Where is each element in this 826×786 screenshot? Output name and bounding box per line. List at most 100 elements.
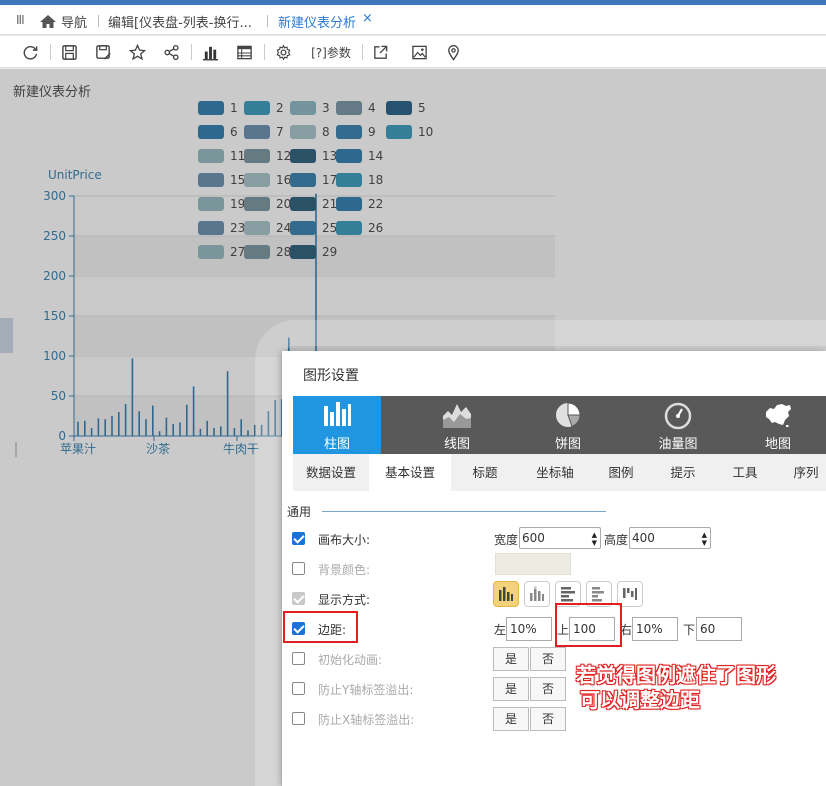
init-animation-checkbox[interactable]: [292, 652, 305, 665]
settings-button[interactable]: [275, 42, 292, 62]
legend-item[interactable]: 4: [336, 101, 376, 115]
tab-new-analysis[interactable]: 新建仪表分析: [278, 12, 356, 31]
legend-item[interactable]: 22: [336, 197, 383, 211]
legend-item[interactable]: 20: [244, 197, 291, 211]
height-value: 400: [632, 531, 655, 545]
favorite-button[interactable]: [129, 42, 146, 62]
legend-item[interactable]: 7: [244, 125, 284, 139]
subtab-tooltip[interactable]: 提示: [661, 454, 705, 491]
close-icon[interactable]: ×: [362, 11, 373, 26]
margin-bottom-input[interactable]: 60: [696, 617, 742, 641]
legend-item[interactable]: 26: [336, 221, 383, 235]
params-button[interactable]: [?]参数: [308, 42, 354, 62]
canvas-size-checkbox[interactable]: [292, 532, 305, 545]
init-animation-no-button[interactable]: 否: [530, 647, 566, 671]
legend-item[interactable]: 1: [198, 101, 238, 115]
legend-item[interactable]: 21: [290, 197, 337, 211]
location-button[interactable]: [445, 42, 462, 62]
bg-color-picker[interactable]: [495, 553, 571, 575]
legend-item[interactable]: 28: [244, 245, 291, 259]
subtab-basic[interactable]: 基本设置: [369, 454, 451, 491]
legend-swatch: [290, 173, 316, 187]
legend-item[interactable]: 29: [290, 245, 337, 259]
menu-icon[interactable]: III: [16, 13, 25, 27]
legend-swatch: [290, 221, 316, 235]
home-icon: [40, 15, 56, 28]
legend-item[interactable]: 8: [290, 125, 330, 139]
legend-item[interactable]: 6: [198, 125, 238, 139]
legend-item[interactable]: 9: [336, 125, 376, 139]
bg-color-checkbox[interactable]: [292, 562, 305, 575]
margin-right-input[interactable]: 10%: [632, 617, 678, 641]
prevent-y-no-button[interactable]: 否: [530, 677, 566, 701]
legend-item[interactable]: 15: [198, 173, 245, 187]
legend-item[interactable]: 27: [198, 245, 245, 259]
legend-item[interactable]: 12: [244, 149, 291, 163]
subtab-title[interactable]: 标题: [463, 454, 507, 491]
chart-button[interactable]: [202, 42, 219, 62]
legend-item[interactable]: 13: [290, 149, 337, 163]
share-button[interactable]: [163, 42, 180, 62]
chart-type-pie-tab[interactable]: 饼图: [524, 396, 612, 454]
legend-item[interactable]: 14: [336, 149, 383, 163]
subtab-tools[interactable]: 工具: [723, 454, 767, 491]
bar-chart-type-icon: [324, 402, 351, 426]
init-animation-yes-button[interactable]: 是: [493, 647, 529, 671]
refresh-button[interactable]: [22, 42, 39, 62]
tab-bar: III 导航 编辑[仪表盘-列表-换行... 新建仪表分析 ×: [0, 5, 826, 35]
chart-type-map-tab[interactable]: 地图: [734, 396, 822, 454]
margin-left-input[interactable]: 10%: [506, 617, 552, 641]
table-button[interactable]: [236, 42, 253, 62]
horizontal-stacked-icon: [592, 587, 604, 602]
mode-vertical-bar[interactable]: [493, 581, 519, 607]
display-mode-checkbox[interactable]: [292, 592, 305, 605]
legend-item[interactable]: 3: [290, 101, 330, 115]
subtab-series[interactable]: 序列: [784, 454, 826, 491]
height-stepper[interactable]: 400 ▲ ▼: [629, 527, 711, 549]
tab-home[interactable]: 导航: [40, 12, 87, 31]
subtab-axis[interactable]: 坐标轴: [527, 454, 583, 491]
stepper-down-icon[interactable]: ▼: [592, 539, 597, 547]
legend-item[interactable]: 24: [244, 221, 291, 235]
save-as-button[interactable]: [95, 42, 112, 62]
export-button[interactable]: [372, 42, 389, 62]
image-button[interactable]: [411, 42, 428, 62]
legend-item[interactable]: 5: [386, 101, 426, 115]
prevent-y-yes-button[interactable]: 是: [493, 677, 529, 701]
stepper-up-icon[interactable]: ▲: [592, 531, 597, 539]
legend-item[interactable]: 19: [198, 197, 245, 211]
legend-item[interactable]: 11: [198, 149, 245, 163]
stepper-up-icon[interactable]: ▲: [702, 531, 707, 539]
legend-item[interactable]: 2: [244, 101, 284, 115]
highlight-margin-checkbox: [283, 611, 358, 643]
chart-type-bar-tab[interactable]: 柱图: [293, 396, 381, 454]
legend-item[interactable]: 18: [336, 173, 383, 187]
legend-item[interactable]: 17: [290, 173, 337, 187]
prevent-x-checkbox[interactable]: [292, 712, 305, 725]
legend-label: 16: [276, 173, 292, 187]
tab-edit[interactable]: 编辑[仪表盘-列表-换行...: [108, 12, 252, 31]
mode-stacked-bar[interactable]: [524, 581, 550, 607]
legend-swatch: [290, 149, 316, 163]
chart-type-gauge-tab[interactable]: 油量图: [634, 396, 722, 454]
pie-chart-type-icon: [556, 402, 581, 427]
subtab-legend[interactable]: 图例: [599, 454, 643, 491]
save-button[interactable]: [61, 42, 78, 62]
legend-swatch: [198, 197, 224, 211]
width-stepper[interactable]: 600 ▲ ▼: [519, 527, 601, 549]
legend-item[interactable]: 10: [386, 125, 433, 139]
legend-item[interactable]: 16: [244, 173, 291, 187]
legend-item[interactable]: 25: [290, 221, 337, 235]
legend-item[interactable]: 23: [198, 221, 245, 235]
legend-swatch: [290, 101, 316, 115]
x-tick-label: 牛肉干: [223, 441, 259, 456]
legend-label: 3: [322, 101, 330, 115]
margin-left-label: 左: [494, 623, 507, 637]
prevent-y-checkbox[interactable]: [292, 682, 305, 695]
prevent-x-yes-button[interactable]: 是: [493, 707, 529, 731]
legend-label: 10: [418, 125, 434, 139]
prevent-x-no-button[interactable]: 否: [530, 707, 566, 731]
chart-type-line-tab[interactable]: 线图: [413, 396, 501, 454]
subtab-data[interactable]: 数据设置: [293, 454, 369, 491]
stepper-down-icon[interactable]: ▼: [702, 539, 707, 547]
